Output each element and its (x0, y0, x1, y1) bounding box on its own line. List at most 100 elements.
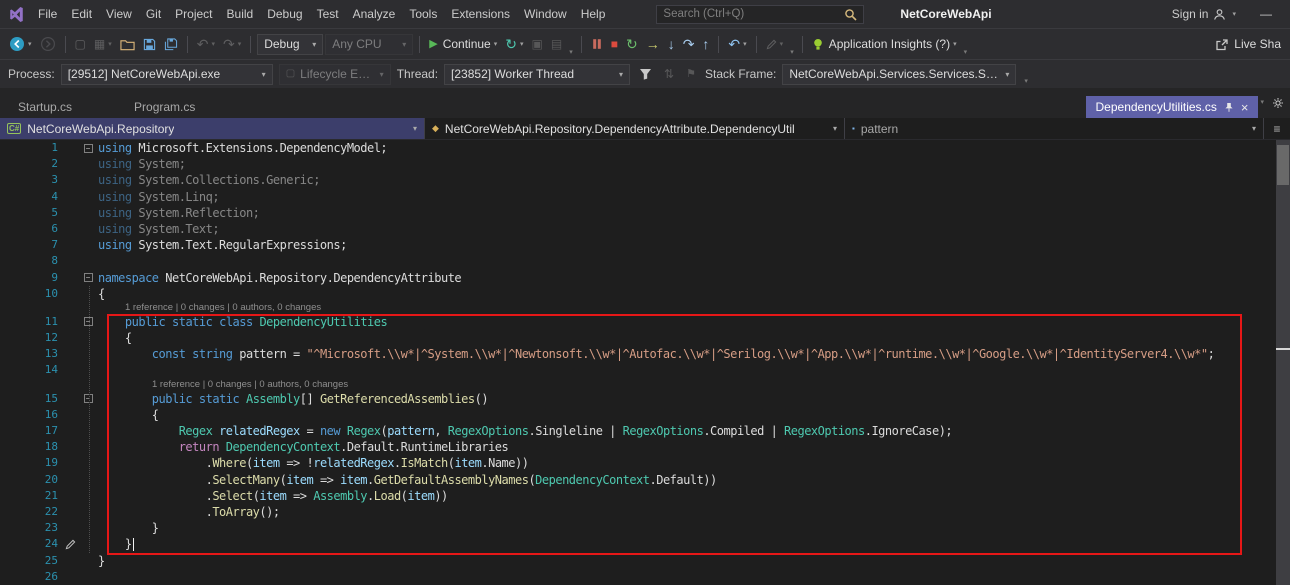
breakpoint-margin[interactable] (0, 569, 38, 585)
stop-button[interactable]: ■ (608, 37, 621, 51)
step-out-button[interactable]: ↑ (699, 36, 712, 52)
code-text[interactable]: using System.Collections.Generic; (94, 172, 320, 188)
breakpoint-margin[interactable] (0, 455, 38, 471)
add-item-button[interactable]: ▦ ▾ (91, 37, 115, 51)
code-text[interactable]: using System.Text.RegularExpressions; (94, 237, 347, 253)
show-next-statement-button[interactable]: → (643, 36, 663, 52)
breakpoint-margin[interactable] (0, 536, 38, 552)
code-text[interactable]: using System.Reflection; (94, 205, 260, 221)
menu-analyze[interactable]: Analyze (346, 0, 403, 28)
project-dropdown[interactable]: C# NetCoreWebApi.Repository ▾ (0, 118, 425, 139)
breakpoint-margin[interactable] (0, 472, 38, 488)
menu-debug[interactable]: Debug (260, 0, 309, 28)
member-dropdown[interactable]: ▪ pattern ▾ (845, 118, 1264, 139)
breakpoint-margin[interactable] (0, 189, 38, 205)
filter-threads-button[interactable] (636, 67, 655, 81)
settings-gear-icon[interactable] (1272, 97, 1284, 109)
menu-window[interactable]: Window (517, 0, 574, 28)
code-text[interactable]: namespace NetCoreWebApi.Repository.Depen… (94, 270, 462, 286)
breakpoint-margin[interactable] (0, 423, 38, 439)
application-insights-button[interactable]: Application Insights (?) ▾ (809, 36, 960, 52)
tab-program-cs[interactable]: Program.cs (124, 96, 205, 118)
new-file-button[interactable]: ▢ (72, 37, 89, 51)
menu-project[interactable]: Project (168, 0, 219, 28)
code-text[interactable] (94, 253, 98, 269)
code-text[interactable]: public static Assembly[] GetReferencedAs… (94, 391, 489, 407)
code-text[interactable]: using System.Linq; (94, 189, 220, 205)
breakpoint-margin[interactable] (0, 172, 38, 188)
breakpoint-margin[interactable] (0, 270, 38, 286)
breakpoint-margin[interactable] (0, 439, 38, 455)
document-list-chevron[interactable]: ▾ (1260, 98, 1264, 109)
screenshot-button[interactable]: ▤ (548, 37, 565, 51)
scrollbar-thumb[interactable] (1277, 145, 1289, 185)
collapse-icon[interactable]: − (83, 317, 93, 327)
code-text[interactable] (94, 569, 98, 585)
menu-edit[interactable]: Edit (64, 0, 99, 28)
pin-icon[interactable] (1224, 102, 1234, 113)
toolbar-overflow-1[interactable]: ▾ (569, 48, 573, 59)
code-text[interactable]: } (94, 536, 135, 552)
vertical-scrollbar[interactable] (1276, 140, 1290, 585)
menu-test[interactable]: Test (310, 0, 346, 28)
menu-git[interactable]: Git (139, 0, 168, 28)
toolbar-overflow-2[interactable]: ▾ (790, 48, 794, 59)
code-cleanup-button[interactable]: ▾ (763, 38, 787, 51)
fold-margin[interactable]: − (82, 270, 94, 286)
fold-margin[interactable]: − (82, 140, 94, 156)
menu-file[interactable]: File (31, 0, 64, 28)
breakpoint-margin[interactable] (0, 520, 38, 536)
quick-search-box[interactable]: Search (Ctrl+Q) (656, 4, 865, 24)
fold-margin[interactable]: − (82, 391, 94, 407)
menu-view[interactable]: View (99, 0, 139, 28)
breakpoint-margin[interactable] (0, 504, 38, 520)
code-text[interactable]: { (94, 286, 105, 302)
code-text[interactable]: .SelectMany(item => item.GetDefaultAssem… (94, 472, 718, 488)
close-icon[interactable]: × (1241, 101, 1249, 114)
breakpoint-margin[interactable] (0, 286, 38, 302)
code-text[interactable]: using System; (94, 156, 186, 172)
step-into-button[interactable]: ↓ (665, 36, 678, 52)
collapse-icon[interactable]: − (83, 273, 93, 283)
continue-button[interactable]: ▶ Continue ▾ (426, 36, 500, 52)
breakpoint-margin[interactable] (0, 553, 38, 569)
codelens-info[interactable]: 1 reference | 0 changes | 0 authors, 0 c… (125, 302, 321, 314)
restart-button[interactable]: ↻ (623, 36, 641, 52)
code-text[interactable]: return DependencyContext.Default.Runtime… (94, 439, 509, 455)
breakpoint-margin[interactable] (0, 362, 38, 378)
stack-frame-dropdown[interactable]: NetCoreWebApi.Services.Services.Syst ▾ (782, 63, 1017, 85)
debugbar-overflow[interactable]: ▾ (1024, 77, 1028, 88)
breakpoint-margin[interactable] (0, 407, 38, 423)
code-text[interactable]: { (94, 407, 159, 423)
type-dropdown[interactable]: ◆ NetCoreWebApi.Repository.DependencyAtt… (425, 118, 845, 139)
code-text[interactable]: const string pattern = "^Microsoft.\\w*|… (94, 346, 1215, 362)
apply-code-changes-button[interactable]: ↻ ▾ (502, 36, 526, 52)
code-text[interactable]: } (94, 520, 159, 536)
breakpoint-margin[interactable] (0, 140, 38, 156)
minimize-button[interactable]: — (1250, 7, 1282, 21)
process-dropdown[interactable]: [29512] NetCoreWebApi.exe ▾ (60, 63, 273, 85)
breakpoint-margin[interactable] (0, 221, 38, 237)
code-text[interactable]: using Microsoft.Extensions.DependencyMod… (94, 140, 388, 156)
collapse-icon[interactable]: − (83, 143, 93, 153)
code-text[interactable]: { (94, 330, 132, 346)
code-editor[interactable]: 1− using Microsoft.Extensions.DependencyM… (0, 140, 1290, 585)
code-text[interactable]: .Where(item => !relatedRegex.IsMatch(ite… (94, 455, 529, 471)
save-button[interactable] (140, 37, 159, 52)
menu-tools[interactable]: Tools (402, 0, 444, 28)
nav-forward-button[interactable] (37, 35, 59, 53)
breakpoint-margin[interactable] (0, 237, 38, 253)
codelens-info[interactable]: 1 reference | 0 changes | 0 authors, 0 c… (152, 379, 348, 391)
break-all-button[interactable] (588, 37, 606, 51)
nav-back-button[interactable]: ▾ (6, 35, 35, 53)
thread-dropdown[interactable]: [23852] Worker Thread ▾ (444, 63, 631, 85)
breakpoint-margin[interactable] (0, 346, 38, 362)
breakpoint-margin[interactable] (0, 205, 38, 221)
sign-in-button[interactable]: Sign in ▾ (1172, 7, 1236, 21)
menu-help[interactable]: Help (574, 0, 613, 28)
breakpoint-margin[interactable] (0, 156, 38, 172)
menu-extensions[interactable]: Extensions (444, 0, 517, 28)
code-text[interactable]: using System.Text; (94, 221, 220, 237)
document-outline-icon[interactable]: ≡ (1264, 118, 1290, 139)
save-all-button[interactable] (161, 37, 181, 52)
